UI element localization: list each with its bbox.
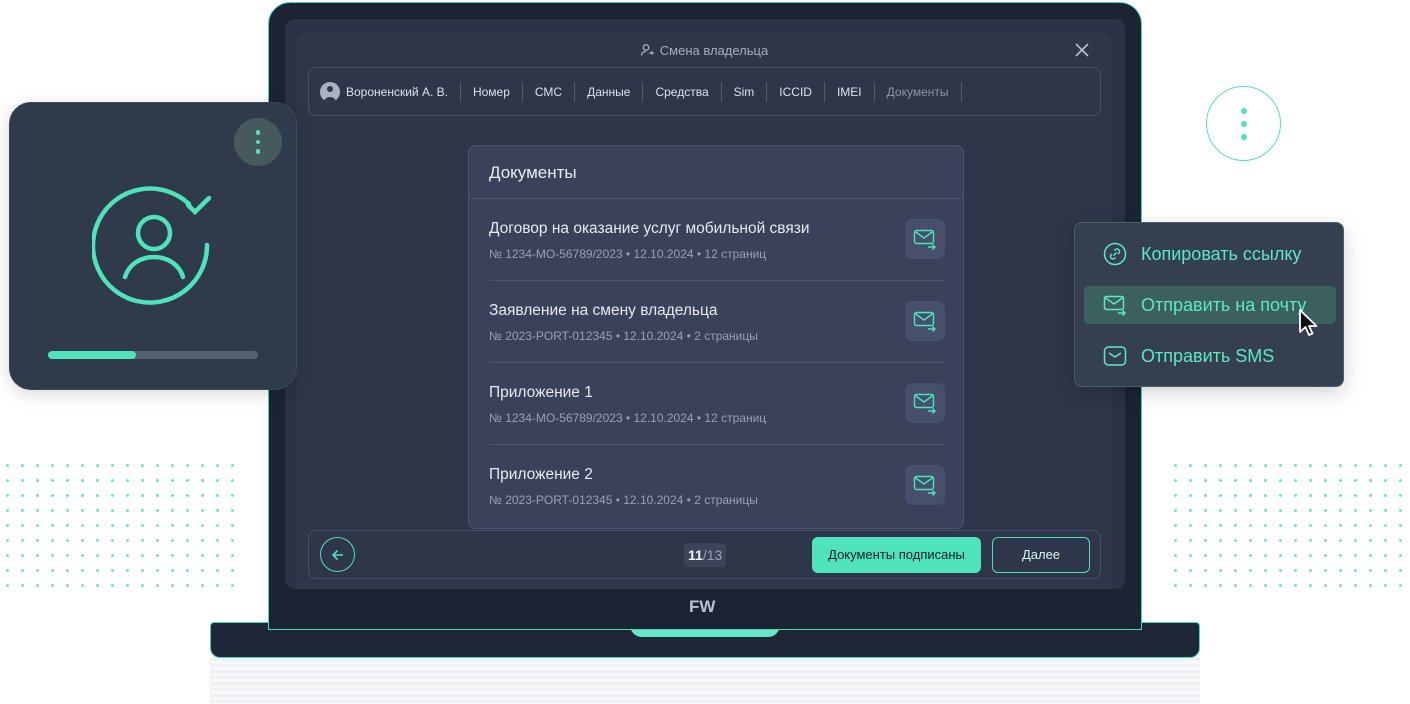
tab-documents[interactable]: Документы: [875, 81, 962, 102]
link-icon: [1103, 242, 1127, 266]
document-name: Приложение 2: [489, 466, 593, 483]
close-icon[interactable]: [1072, 40, 1092, 60]
wizard-footer: 11/13 Документы подписаны Далее: [308, 530, 1101, 579]
send-document-button[interactable]: [905, 219, 945, 259]
owner-change-window: Смена владельца Вороненский А. В. Номер …: [296, 33, 1112, 589]
more-options-button[interactable]: [1206, 86, 1281, 161]
mail-send-icon: [913, 311, 936, 332]
tab-owner[interactable]: Вороненский А. В.: [346, 81, 461, 102]
mouse-cursor-icon: [1299, 309, 1318, 336]
page-counter: 11/13: [684, 543, 727, 567]
documents-heading: Документы: [469, 146, 963, 199]
menu-item-send-sms[interactable]: Отправить SMS: [1084, 337, 1336, 375]
progress-bar: [48, 351, 258, 359]
menu-item-copy-link[interactable]: Копировать ссылку: [1084, 235, 1336, 273]
document-meta: № 1234-МО-56789/2023 • 12.10.2024 • 12 с…: [489, 247, 767, 261]
back-button[interactable]: [320, 537, 355, 572]
mail-send-icon: [913, 229, 936, 250]
tab-iccid[interactable]: ICCID: [767, 81, 825, 102]
tab-data[interactable]: Данные: [575, 81, 644, 102]
tab-number[interactable]: Номер: [461, 81, 523, 102]
menu-item-label: Отправить на почту: [1141, 294, 1307, 315]
document-meta: № 2023-PORT-012345 • 12.10.2024 • 2 стра…: [489, 493, 758, 507]
share-menu: Копировать ссылку Отправить на почту Отп…: [1074, 222, 1344, 387]
mail-send-icon: [1103, 295, 1127, 316]
laptop-shadow: [210, 658, 1200, 704]
more-options-button[interactable]: [234, 118, 282, 166]
tab-funds[interactable]: Средства: [643, 81, 722, 102]
mail-send-icon: [913, 393, 936, 414]
user-verified-card: [9, 102, 297, 390]
document-row: Договор на оказание услуг мобильной связ…: [489, 199, 945, 281]
avatar: [320, 81, 340, 102]
menu-item-label: Копировать ссылку: [1141, 243, 1302, 264]
tab-sms[interactable]: СМС: [523, 81, 576, 102]
tab-sim[interactable]: Sim: [722, 81, 768, 102]
window-title: Смена владельца: [296, 43, 1112, 60]
document-name: Договор на оказание услуг мобильной связ…: [489, 220, 810, 237]
tab-imei[interactable]: IMEI: [825, 81, 875, 102]
next-button[interactable]: Далее: [992, 537, 1090, 573]
documents-panel: Документы Договор на оказание услуг моби…: [468, 145, 964, 529]
send-document-button[interactable]: [905, 465, 945, 505]
mail-send-icon: [913, 475, 936, 496]
step-tabs: Вороненский А. В. Номер СМС Данные Средс…: [308, 67, 1101, 116]
page-total: /13: [702, 547, 723, 563]
document-row: Приложение 2 № 2023-PORT-012345 • 12.10.…: [489, 445, 945, 527]
menu-item-label: Отправить SMS: [1141, 345, 1275, 366]
dot-pattern-left: [0, 458, 240, 598]
window-title-text: Смена владельца: [659, 43, 769, 58]
document-row: Заявление на смену владельца № 2023-PORT…: [489, 281, 945, 363]
document-meta: № 1234-МО-56789/2023 • 12.10.2024 • 12 с…: [489, 411, 767, 425]
progress-fill: [48, 351, 137, 359]
laptop-screen: Смена владельца Вороненский А. В. Номер …: [285, 19, 1125, 589]
sms-icon: [1103, 346, 1127, 366]
user-switch-icon: [640, 43, 654, 60]
user-check-icon: [92, 186, 212, 305]
document-row: Приложение 1 № 1234-МО-56789/2023 • 12.1…: [489, 363, 945, 445]
dot-pattern-right: [1168, 458, 1410, 598]
arrow-left-icon: [331, 549, 343, 560]
brand-logo: FW: [689, 597, 716, 616]
send-document-button[interactable]: [905, 301, 945, 341]
document-name: Приложение 1: [489, 384, 593, 401]
page-current: 11: [688, 547, 703, 563]
documents-signed-button[interactable]: Документы подписаны: [812, 537, 981, 573]
document-name: Заявление на смену владельца: [489, 302, 718, 319]
send-document-button[interactable]: [905, 383, 945, 423]
document-meta: № 2023-PORT-012345 • 12.10.2024 • 2 стра…: [489, 329, 758, 343]
